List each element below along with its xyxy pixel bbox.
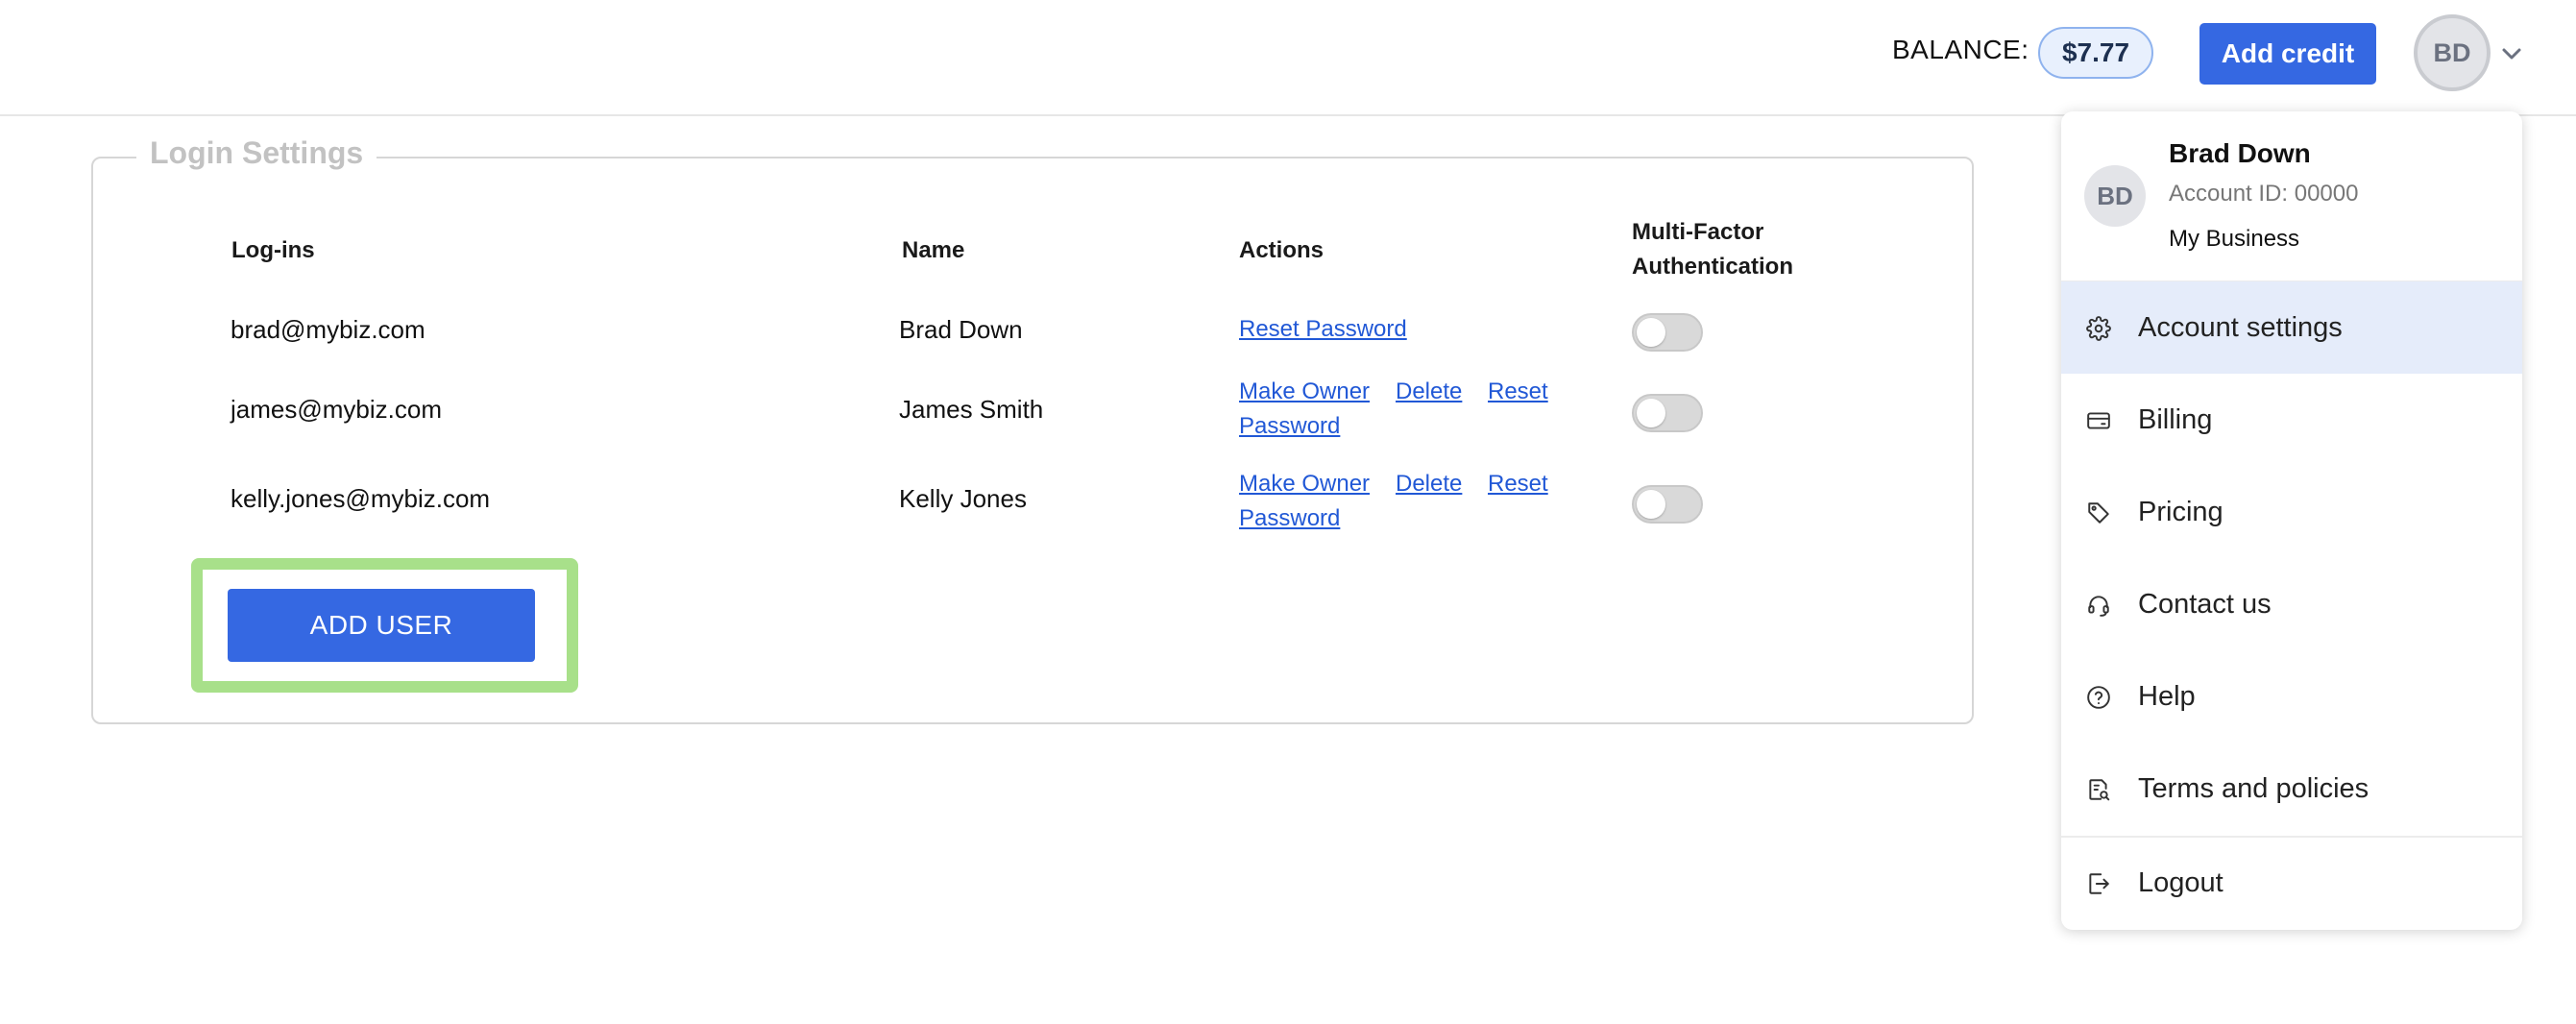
menu-item-label: Help xyxy=(2138,681,2196,712)
reset-password-link-cont[interactable]: Password xyxy=(1239,501,1340,536)
chevron-down-icon[interactable] xyxy=(2500,42,2523,65)
column-header-mfa-line2: Authentication xyxy=(1632,254,1793,280)
make-owner-link[interactable]: Make Owner xyxy=(1239,375,1370,409)
menu-item-label: Logout xyxy=(2138,867,2224,898)
menu-item-contact-us[interactable]: Contact us xyxy=(2061,558,2522,650)
menu-item-billing[interactable]: Billing xyxy=(2061,374,2522,466)
delete-link[interactable]: Delete xyxy=(1396,467,1462,501)
document-search-icon xyxy=(2086,777,2111,802)
user-avatar-button[interactable]: BD xyxy=(2414,14,2491,91)
login-email: james@mybiz.com xyxy=(231,395,442,424)
reset-password-link[interactable]: Reset Password xyxy=(1239,312,1407,347)
tag-icon xyxy=(2086,500,2111,525)
menu-item-label: Billing xyxy=(2138,404,2213,435)
column-header-actions: Actions xyxy=(1239,237,1324,263)
login-email: kelly.jones@mybiz.com xyxy=(231,484,491,513)
menu-item-label: Pricing xyxy=(2138,497,2224,527)
help-circle-icon xyxy=(2086,685,2111,710)
login-email: brad@mybiz.com xyxy=(231,315,425,344)
login-settings-title: Login Settings xyxy=(136,135,377,171)
add-credit-button[interactable]: Add credit xyxy=(2199,23,2376,85)
business-name: My Business xyxy=(2169,226,2300,252)
menu-item-label: Account settings xyxy=(2138,312,2343,343)
delete-link[interactable]: Delete xyxy=(1396,375,1462,409)
menu-item-terms-and-policies[interactable]: Terms and policies xyxy=(2061,743,2522,835)
user-name: Brad Down xyxy=(2169,138,2311,168)
menu-item-help[interactable]: Help xyxy=(2061,650,2522,743)
menu-item-logout[interactable]: Logout xyxy=(2061,837,2522,929)
account-id: Account ID: 00000 xyxy=(2169,181,2359,207)
menu-item-pricing[interactable]: Pricing xyxy=(2061,466,2522,558)
menu-item-label: Terms and policies xyxy=(2138,773,2369,804)
login-name: Brad Down xyxy=(899,315,1023,344)
headset-icon xyxy=(2086,593,2111,618)
toggle-knob xyxy=(1637,399,1665,427)
account-dropdown-menu: BD Brad Down Account ID: 00000 My Busine… xyxy=(2061,111,2522,930)
mfa-toggle[interactable] xyxy=(1632,394,1703,432)
column-header-name: Name xyxy=(902,237,965,263)
gear-icon xyxy=(2086,316,2111,341)
reset-password-link-cont[interactable]: Password xyxy=(1239,409,1340,444)
reset-password-link[interactable]: Reset xyxy=(1488,375,1548,409)
menu-item-label: Contact us xyxy=(2138,589,2272,620)
login-name: James Smith xyxy=(899,395,1044,424)
login-name: Kelly Jones xyxy=(899,484,1027,513)
make-owner-link[interactable]: Make Owner xyxy=(1239,467,1370,501)
logout-icon xyxy=(2086,871,2111,896)
reset-password-link[interactable]: Reset xyxy=(1488,467,1548,501)
toggle-knob xyxy=(1637,318,1665,347)
balance-label: BALANCE: xyxy=(1892,35,2029,64)
column-header-logins: Log-ins xyxy=(231,237,315,263)
avatar: BD xyxy=(2084,165,2146,227)
toggle-knob xyxy=(1637,490,1665,519)
top-bar: BALANCE: $7.77 Add credit BD xyxy=(0,0,2576,116)
add-user-button[interactable]: ADD USER xyxy=(228,589,535,662)
balance-badge: $7.77 xyxy=(2038,27,2153,79)
mfa-toggle[interactable] xyxy=(1632,313,1703,352)
menu-item-account-settings[interactable]: Account settings xyxy=(2061,281,2522,374)
column-header-mfa-line1: Multi-Factor xyxy=(1632,219,1764,245)
card-icon xyxy=(2086,408,2111,433)
mfa-toggle[interactable] xyxy=(1632,485,1703,524)
